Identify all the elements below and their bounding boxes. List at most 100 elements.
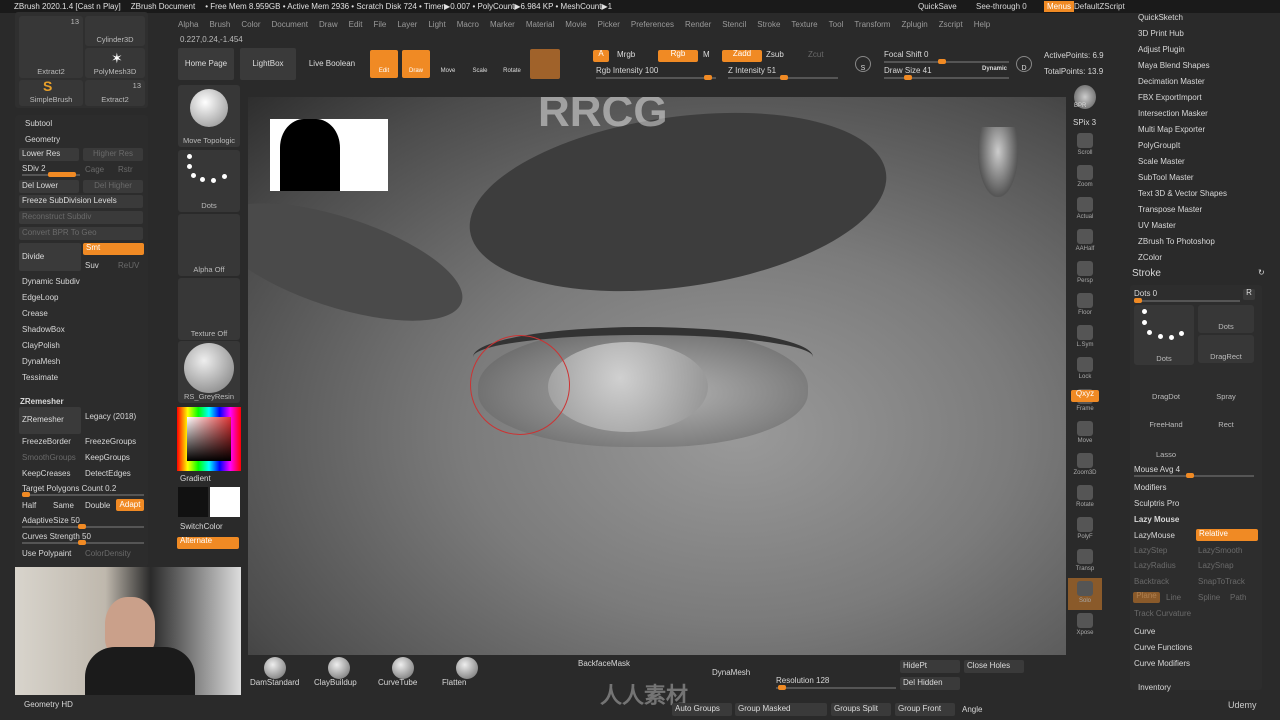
lightbox-button[interactable]: LightBox — [240, 48, 296, 80]
plugin-fbx-exportimport[interactable]: FBX ExportImport — [1138, 90, 1227, 106]
modifiers-header[interactable]: Modifiers — [1134, 483, 1166, 492]
curves-strength-slider[interactable] — [22, 540, 144, 545]
move-button[interactable]: Move — [1068, 418, 1102, 450]
brush-selector[interactable]: Move Topologic — [178, 85, 240, 147]
menu-stroke[interactable]: Stroke — [757, 20, 780, 29]
dots-spacing-slider[interactable] — [1134, 298, 1240, 303]
tool-cylinder3d[interactable]: Cylinder3D — [85, 16, 145, 46]
menu-document[interactable]: Document — [272, 20, 308, 29]
detectedges-toggle[interactable]: DetectEdges — [85, 469, 131, 478]
geometry-hd-header[interactable]: Geometry HD — [24, 700, 73, 709]
stroke-type-spray[interactable]: Spray — [1198, 375, 1254, 403]
plugin-multi-map-exporter[interactable]: Multi Map Exporter — [1138, 122, 1227, 138]
alpha-selector[interactable]: Alpha Off — [178, 214, 240, 276]
rotate-button[interactable]: Rotate — [1068, 482, 1102, 514]
menu-alpha[interactable]: Alpha — [178, 20, 198, 29]
menu-zplugin[interactable]: Zplugin — [901, 20, 927, 29]
zoom3d-button[interactable]: Zoom3D — [1068, 450, 1102, 482]
keepgroups-toggle[interactable]: KeepGroups — [85, 453, 130, 462]
menu-tool[interactable]: Tool — [829, 20, 844, 29]
secondary-color-swatch[interactable] — [210, 487, 240, 517]
reuv-button[interactable]: ReUV — [118, 261, 139, 270]
tool-extract2[interactable]: 13 Extract2 — [19, 16, 83, 78]
geometry-item-edgeloop[interactable]: EdgeLoop — [22, 290, 80, 306]
color-density-slider[interactable]: ColorDensity — [85, 549, 131, 558]
stroke-type-freehand[interactable]: FreeHand — [1138, 403, 1194, 431]
aahalf-button[interactable]: AAHalf — [1068, 226, 1102, 258]
viewport-canvas[interactable]: RRCG — [248, 97, 1066, 655]
del-higher-button[interactable]: Del Higher — [83, 180, 143, 193]
auto-groups-button[interactable]: Auto Groups — [672, 703, 732, 716]
transp-button[interactable]: Transp — [1068, 546, 1102, 578]
menu-macro[interactable]: Macro — [457, 20, 479, 29]
rgb-toggle[interactable]: Rgb — [658, 49, 698, 62]
menu-draw[interactable]: Draw — [319, 20, 338, 29]
lazyradius-slider[interactable]: LazyRadius — [1134, 561, 1176, 570]
menu-edit[interactable]: Edit — [349, 20, 363, 29]
default-zscript-button[interactable]: DefaultZScript — [1074, 2, 1125, 11]
dynamesh-button[interactable]: DynaMesh — [712, 668, 750, 677]
focal-shift-slider[interactable] — [884, 59, 1009, 64]
resolution-slider[interactable] — [776, 685, 896, 690]
cage-button[interactable]: Cage — [85, 165, 104, 174]
dynamic-toggle[interactable]: Dynamic — [982, 66, 1007, 72]
plugin-maya-blend-shapes[interactable]: Maya Blend Shapes — [1138, 58, 1227, 74]
lock-button[interactable]: Lock — [1068, 354, 1102, 386]
menu-light[interactable]: Light — [428, 20, 445, 29]
m-toggle[interactable]: M — [703, 50, 710, 60]
sculptris-pro-header[interactable]: Sculptris Pro — [1134, 499, 1179, 508]
lazystep-slider[interactable]: LazyStep — [1134, 546, 1167, 555]
subtool-header[interactable]: Subtool — [25, 119, 52, 128]
track-curvature-slider[interactable]: Track Curvature — [1134, 609, 1191, 618]
curve-modifiers-header[interactable]: Curve Modifiers — [1134, 659, 1190, 668]
groups-split-button[interactable]: Groups Split — [831, 703, 891, 716]
stroke-dots-main[interactable]: Dots — [1134, 305, 1194, 365]
stroke-type-dragdot[interactable]: DragDot — [1138, 375, 1194, 403]
reset-icon[interactable]: ↻ — [1258, 268, 1265, 277]
menu-marker[interactable]: Marker — [490, 20, 515, 29]
navigation-head-gizmo[interactable] — [978, 127, 1018, 197]
convert-bpr-button[interactable]: Convert BPR To Geo — [19, 227, 143, 240]
stroke-type-lasso[interactable]: Lasso — [1138, 433, 1194, 461]
zcut-toggle[interactable]: Zcut — [808, 50, 824, 60]
higher-res-button[interactable]: Higher Res — [83, 148, 143, 161]
half-button[interactable]: Half — [22, 501, 36, 510]
freezegroups-toggle[interactable]: FreezeGroups — [85, 437, 136, 446]
menu-help[interactable]: Help — [974, 20, 990, 29]
plane-toggle[interactable]: Plane — [1133, 591, 1160, 603]
tool-simplebrush[interactable]: S SimpleBrush — [19, 78, 83, 106]
del-hidden-button[interactable]: Del Hidden — [900, 677, 960, 690]
material-sphere-button[interactable] — [530, 49, 560, 79]
stroke-selector[interactable]: Dots — [178, 150, 240, 212]
plugin-intersection-masker[interactable]: Intersection Masker — [1138, 106, 1227, 122]
texture-selector[interactable]: Texture Off — [178, 278, 240, 340]
material-selector[interactable]: RS_GreyResin — [178, 341, 240, 403]
home-page-button[interactable]: Home Page — [178, 48, 234, 80]
stroke-type-dragrect[interactable]: DragRect — [1198, 335, 1254, 363]
menu-brush[interactable]: Brush — [209, 20, 230, 29]
rgb-intensity-slider[interactable] — [596, 75, 716, 80]
geometry-header[interactable]: Geometry — [25, 135, 60, 144]
floor-button[interactable]: Floor — [1068, 290, 1102, 322]
scroll-button[interactable]: Scroll — [1068, 130, 1102, 162]
lazysmooth-slider[interactable]: LazySmooth — [1198, 546, 1242, 555]
brush-curvetube-label[interactable]: CurveTube — [378, 678, 417, 687]
color-picker[interactable] — [177, 407, 241, 471]
r-button[interactable]: R — [1243, 288, 1255, 300]
draw-button[interactable]: Draw — [402, 50, 430, 78]
legacy-toggle[interactable]: Legacy (2018) — [85, 412, 136, 421]
geometry-item-tessimate[interactable]: Tessimate — [22, 370, 80, 386]
main-color-swatch[interactable] — [178, 487, 208, 517]
see-through-slider[interactable]: See-through 0 — [976, 2, 1027, 11]
plugin-3d-print-hub[interactable]: 3D Print Hub — [1138, 26, 1227, 42]
zremesher-header[interactable]: ZRemesher — [20, 397, 64, 406]
menu-preferences[interactable]: Preferences — [631, 20, 674, 29]
stroke-type-dots[interactable]: Dots — [1198, 305, 1254, 333]
adaptive-size-slider[interactable] — [22, 524, 144, 529]
keepcreases-toggle[interactable]: KeepCreases — [22, 469, 70, 478]
backface-mask-toggle[interactable]: BackfaceMask — [578, 659, 630, 668]
line-toggle[interactable]: Line — [1166, 593, 1181, 602]
alternate-button[interactable]: Alternate — [177, 536, 239, 549]
plugin-text-3d-vector-shapes[interactable]: Text 3D & Vector Shapes — [1138, 186, 1227, 202]
brush-claybuildup-label[interactable]: ClayBuildup — [314, 678, 357, 687]
